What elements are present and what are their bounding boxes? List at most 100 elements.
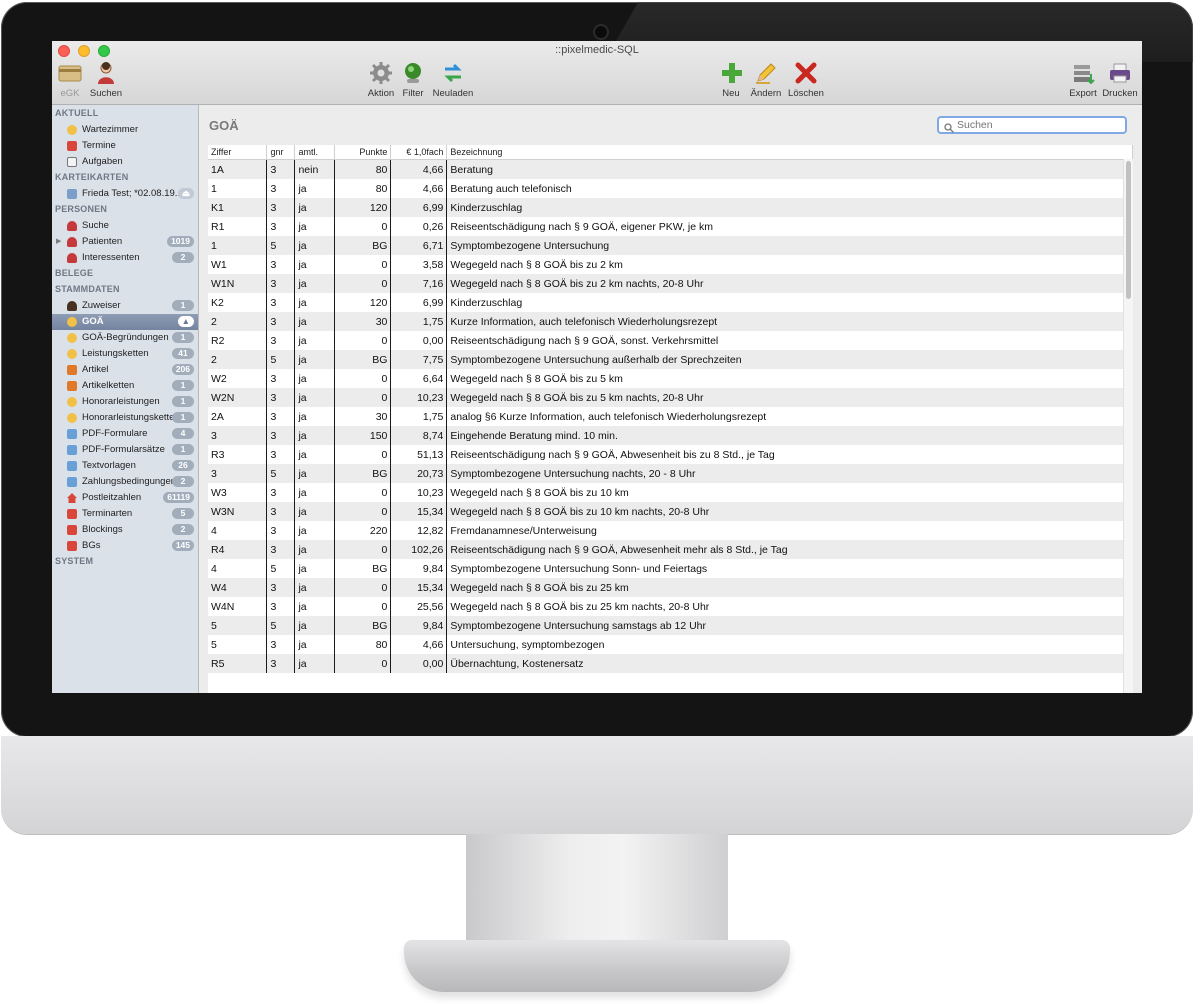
sidebar-item-interessenten[interactable]: Interessenten 2 xyxy=(52,250,198,266)
table-cell: Wegegeld nach § 8 GOÄ bis zu 2 km xyxy=(446,255,1133,274)
reload-button[interactable]: Neuladen xyxy=(432,61,474,99)
table-cell: 1A xyxy=(208,159,268,179)
sidebar-item-leistungsketten[interactable]: Leistungsketten 41 xyxy=(52,346,198,362)
column-header-bezeichnung[interactable]: Bezeichnung xyxy=(446,145,1133,160)
table-row[interactable]: W3N 3 ja 0 15,34 Wegegeld nach § 8 GOÄ bis zu… xyxy=(208,502,1133,521)
table-cell: 3 xyxy=(266,540,296,559)
sidebar-item-honorarleistungen[interactable]: Honorarleistungen 1 xyxy=(52,394,198,410)
search-field[interactable] xyxy=(937,116,1127,134)
export-button[interactable]: Export xyxy=(1068,61,1098,99)
search-input[interactable] xyxy=(957,119,1117,131)
table-row[interactable]: 1 3 ja 80 4,66 Beratung auch telefonisch xyxy=(208,179,1133,198)
table-row[interactable]: 1A 3 nein 80 4,66 Beratung xyxy=(208,159,1133,179)
table-row[interactable]: 4 3 ja 220 12,82 Fremdanamnese/Unterweisung xyxy=(208,521,1133,540)
table-row[interactable]: W4N 3 ja 0 25,56 Wegegeld nach § 8 GOÄ bis zu… xyxy=(208,597,1133,616)
sidebar-item-bgs[interactable]: BGs 145 xyxy=(52,538,198,554)
sidebar-item-frieda-test[interactable]: Frieda Test; *02.08.19... ⏏ xyxy=(52,186,198,202)
sidebar-item-zuweiser[interactable]: Zuweiser 1 xyxy=(52,298,198,314)
sidebar-item-artikel[interactable]: Artikel 206 xyxy=(52,362,198,378)
table-cell: 5 xyxy=(266,559,296,578)
table-cell: ja xyxy=(294,540,336,559)
sidebar-item-terminarten[interactable]: Terminarten 5 xyxy=(52,506,198,522)
table-row[interactable]: 2 5 ja BG 7,75 Symptombezogene Untersuchung a… xyxy=(208,350,1133,369)
egk-button[interactable]: eGK xyxy=(57,61,83,99)
eject-icon[interactable]: ▲ xyxy=(177,316,194,327)
sidebar-item-label: Honorarleistungen xyxy=(82,396,160,407)
table-row[interactable]: R4 3 ja 0 102,26 Reiseentschädigung nach § 9 … xyxy=(208,540,1133,559)
table-row[interactable]: K2 3 ja 120 6,99 Kinderzuschlag xyxy=(208,293,1133,312)
table-row[interactable]: R5 3 ja 0 0,00 Übernachtung, Kostenersatz xyxy=(208,654,1133,673)
sidebar-item-suche[interactable]: Suche xyxy=(52,218,198,234)
sidebar-item-artikelketten[interactable]: Artikelketten 1 xyxy=(52,378,198,394)
sidebar-item-goae[interactable]: GOÄ ▲ xyxy=(52,314,198,330)
scrollbar-thumb[interactable] xyxy=(1126,161,1131,299)
sidebar-item-pdf-formularsaetze[interactable]: PDF-Formularsätze 1 xyxy=(52,442,198,458)
new-button[interactable]: Neu xyxy=(720,61,742,99)
table-row[interactable]: W1 3 ja 0 3,58 Wegegeld nach § 8 GOÄ bis zu 2… xyxy=(208,255,1133,274)
table-row[interactable]: 1 5 ja BG 6,71 Symptombezogene Untersuchung xyxy=(208,236,1133,255)
sidebar-item-label: Zahlungsbedingungen xyxy=(82,476,177,487)
table-row[interactable]: 2A 3 ja 30 1,75 analog §6 Kurze Information, … xyxy=(208,407,1133,426)
table-cell: ja xyxy=(294,312,336,331)
table-row[interactable]: 3 5 ja BG 20,73 Symptombezogene Untersuchung … xyxy=(208,464,1133,483)
sidebar-item-goae-begruendungen[interactable]: GOÄ-Begründungen 1 xyxy=(52,330,198,346)
action-button[interactable]: Aktion xyxy=(366,61,396,99)
sidebar-item-label: Textvorlagen xyxy=(82,460,136,471)
sidebar-item-honorarleistungsketten[interactable]: Honorarleistungsketten 1 xyxy=(52,410,198,426)
sidebar-item-label: Termine xyxy=(82,140,116,151)
sidebar-item-postleitzahlen[interactable]: Postleitzahlen 61119 xyxy=(52,490,198,506)
column-header-punkte[interactable]: Punkte xyxy=(334,145,392,160)
table-row[interactable]: 5 5 ja BG 9,84 Symptombezogene Untersuchung s… xyxy=(208,616,1133,635)
sidebar-item-zahlungsbedingungen[interactable]: Zahlungsbedingungen 2 xyxy=(52,474,198,490)
sidebar-item-label: Leistungsketten xyxy=(82,348,149,359)
table-row[interactable]: W2 3 ja 0 6,64 Wegegeld nach § 8 GOÄ bis zu 5… xyxy=(208,369,1133,388)
table-cell: 12,82 xyxy=(390,521,448,540)
eject-icon[interactable]: ⏏ xyxy=(177,188,194,199)
disclosure-triangle-icon[interactable]: ▶ xyxy=(56,237,61,245)
sidebar-item-textvorlagen[interactable]: Textvorlagen 26 xyxy=(52,458,198,474)
filter-button[interactable]: Filter xyxy=(401,61,425,99)
table-row[interactable]: K1 3 ja 120 6,99 Kinderzuschlag xyxy=(208,198,1133,217)
sidebar-item-aufgaben[interactable]: Aufgaben xyxy=(52,154,198,170)
column-header-amtl[interactable]: amtl. xyxy=(294,145,336,160)
column-header-euro[interactable]: € 1,0fach xyxy=(390,145,448,160)
sidebar-item-termine[interactable]: Termine xyxy=(52,138,198,154)
print-button[interactable]: Drucken xyxy=(1102,61,1138,99)
search-patient-button[interactable]: Suchen xyxy=(88,61,124,99)
sidebar-item-label: Aufgaben xyxy=(82,156,123,167)
count-badge: 206 xyxy=(171,364,194,375)
column-header-gnr[interactable]: gnr xyxy=(266,145,296,160)
table-cell: Eingehende Beratung mind. 10 min. xyxy=(446,426,1133,445)
table-row[interactable]: W2N 3 ja 0 10,23 Wegegeld nach § 8 GOÄ bis zu… xyxy=(208,388,1133,407)
table-row[interactable]: 4 5 ja BG 9,84 Symptombezogene Untersuchung S… xyxy=(208,559,1133,578)
table-cell: 0,00 xyxy=(390,331,448,350)
sidebar-item-wartezimmer[interactable]: Wartezimmer xyxy=(52,122,198,138)
table-cell: 3 xyxy=(266,578,296,597)
table-row[interactable]: R3 3 ja 0 51,13 Reiseentschädigung nach § 9 G… xyxy=(208,445,1133,464)
table-row[interactable]: R1 3 ja 0 0,26 Reiseentschädigung nach § 9 GO… xyxy=(208,217,1133,236)
delete-button[interactable]: Löschen xyxy=(787,61,825,99)
form-icon xyxy=(67,429,77,439)
sidebar-item-label: Blockings xyxy=(82,524,123,535)
sidebar-item-label: Zuweiser xyxy=(82,300,121,311)
table-cell: 15,34 xyxy=(390,578,448,597)
sidebar-item-blockings[interactable]: Blockings 2 xyxy=(52,522,198,538)
table-row[interactable]: W1N 3 ja 0 7,16 Wegegeld nach § 8 GOÄ bis zu … xyxy=(208,274,1133,293)
sidebar-item-pdf-formulare[interactable]: PDF-Formulare 4 xyxy=(52,426,198,442)
edit-button[interactable]: Ändern xyxy=(750,61,782,99)
phone-icon xyxy=(67,525,77,535)
table-row[interactable]: W3 3 ja 0 10,23 Wegegeld nach § 8 GOÄ bis zu … xyxy=(208,483,1133,502)
vertical-scrollbar[interactable] xyxy=(1123,159,1133,693)
clock-icon xyxy=(67,125,77,135)
table-cell: ja xyxy=(294,331,336,350)
table-row[interactable]: W4 3 ja 0 15,34 Wegegeld nach § 8 GOÄ bis zu … xyxy=(208,578,1133,597)
table-row[interactable]: 3 3 ja 150 8,74 Eingehende Beratung mind. 10 … xyxy=(208,426,1133,445)
cart-icon xyxy=(67,381,77,391)
house-icon xyxy=(67,493,77,503)
table-row[interactable]: 2 3 ja 30 1,75 Kurze Information, auch telefo… xyxy=(208,312,1133,331)
table-row[interactable]: 5 3 ja 80 4,66 Untersuchung, symptombezogen xyxy=(208,635,1133,654)
column-header-ziffer[interactable]: Ziffer xyxy=(208,145,268,160)
table-row[interactable]: R2 3 ja 0 0,00 Reiseentschädigung nach § 9 GO… xyxy=(208,331,1133,350)
sidebar-item-patienten[interactable]: ▶ Patienten 1019 xyxy=(52,234,198,250)
table-cell: 80 xyxy=(334,635,392,654)
